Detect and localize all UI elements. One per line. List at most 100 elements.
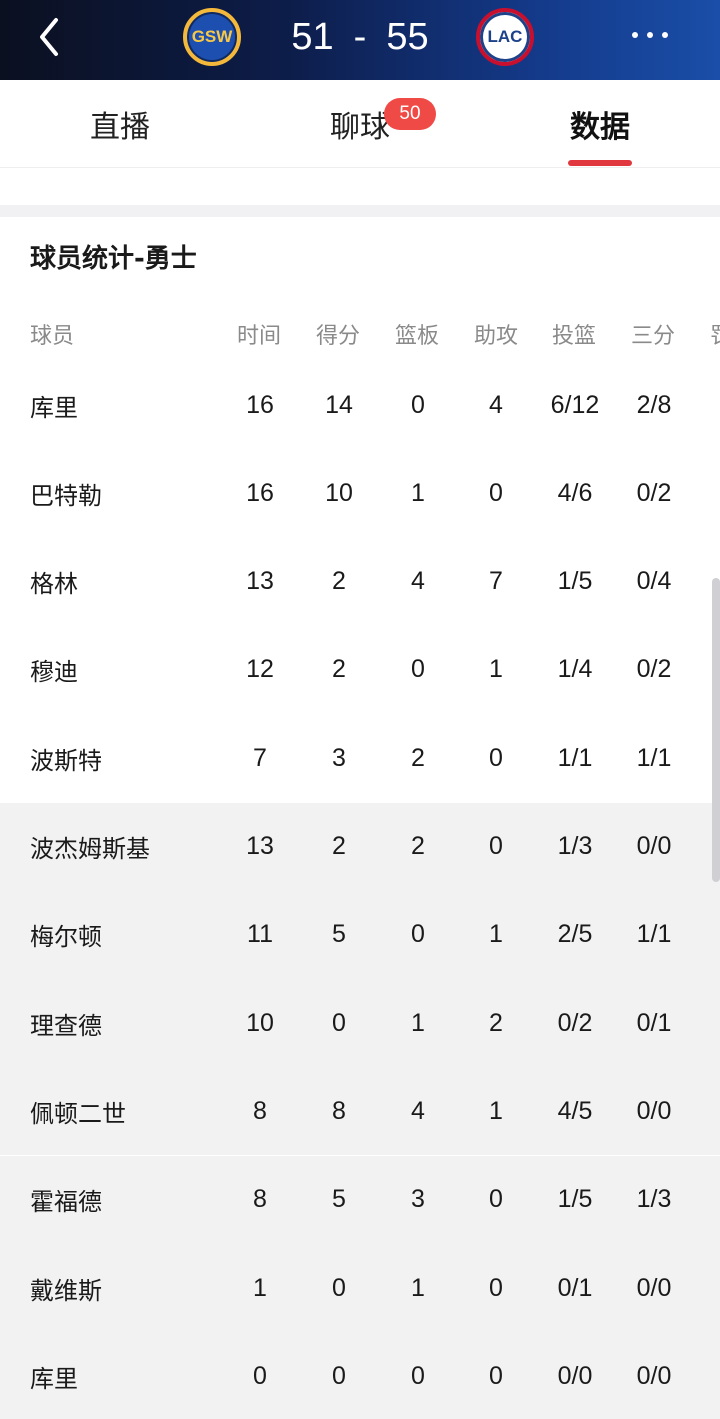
tab-data[interactable]: 数据 bbox=[550, 80, 650, 168]
player-name[interactable]: 库里 bbox=[30, 1332, 78, 1419]
player-row[interactable]: 戴维斯 1 0 1 0 0/1 0/0 0 bbox=[0, 1244, 720, 1332]
home-team-abbr: GSW bbox=[191, 27, 233, 46]
player-row[interactable]: 巴特勒1610104/60/22 bbox=[0, 449, 720, 537]
scrollbar[interactable] bbox=[712, 578, 720, 882]
minutes-cell: 13 bbox=[246, 567, 274, 596]
points-cell: 8 bbox=[332, 1096, 346, 1125]
column-header-free-throws: 罚 bbox=[710, 318, 720, 350]
back-button[interactable] bbox=[28, 14, 74, 60]
field-goals-cell: 1/5 bbox=[557, 567, 593, 596]
more-dot-icon bbox=[662, 32, 668, 38]
home-team-logo[interactable]: GSW bbox=[183, 8, 241, 66]
player-row[interactable]: 穆迪122011/40/20 bbox=[0, 626, 720, 714]
minutes-cell: 7 bbox=[253, 743, 267, 772]
player-row[interactable]: 波杰姆斯基132201/30/00 bbox=[0, 802, 720, 891]
player-row[interactable]: 霍福德 8 5 3 0 1/5 1/3 2 bbox=[0, 1155, 720, 1244]
rebounds-cell: 2 bbox=[411, 832, 425, 860]
player-row[interactable]: 理查德 10 0 1 2 0/2 0/1 0 bbox=[0, 979, 720, 1068]
player-name[interactable]: 理查德 bbox=[30, 979, 102, 1067]
away-team-logo[interactable]: LAC bbox=[476, 8, 534, 66]
minutes-cell: 8 bbox=[253, 1185, 267, 1214]
player-name[interactable]: 格林 bbox=[30, 538, 78, 626]
assists-cell: 0 bbox=[489, 832, 503, 860]
field-goals-cell: 0/0 bbox=[557, 1361, 593, 1390]
tab-live[interactable]: 直播 bbox=[70, 80, 170, 168]
active-tab-indicator bbox=[568, 160, 632, 166]
minutes-cell: 1 bbox=[253, 1273, 267, 1302]
three-pointers-cell: 2/8 bbox=[636, 390, 672, 419]
field-goals-cell: 4/5 bbox=[557, 1096, 593, 1125]
rebounds-cell: 0 bbox=[411, 655, 425, 684]
field-goals-cell: 0/2 bbox=[557, 1008, 593, 1037]
player-name[interactable]: 戴维斯 bbox=[30, 1244, 102, 1332]
more-dot-icon bbox=[647, 32, 653, 38]
player-name[interactable]: 霍福德 bbox=[30, 1156, 102, 1244]
column-header-minutes: 时间 bbox=[237, 324, 282, 349]
field-goals-cell: 4/6 bbox=[557, 478, 593, 507]
column-header-rebounds: 篮板 bbox=[395, 324, 440, 349]
player-row[interactable]: 佩顿二世 8 8 4 1 4/5 0/0 0 bbox=[0, 1067, 720, 1156]
player-row[interactable]: 梅尔顿 11 5 0 1 2/5 1/1 0 bbox=[0, 890, 720, 979]
assists-cell: 0 bbox=[489, 743, 503, 772]
assists-cell: 7 bbox=[489, 567, 503, 596]
points-cell: 5 bbox=[332, 1185, 346, 1214]
minutes-cell: 8 bbox=[253, 1096, 267, 1125]
points-cell: 5 bbox=[332, 920, 346, 949]
points-cell: 0 bbox=[332, 1361, 346, 1390]
points-cell: 3 bbox=[332, 743, 346, 772]
chat-count-badge: 50 bbox=[384, 98, 436, 130]
free-throws-cell: 0 bbox=[698, 1332, 720, 1419]
player-name[interactable]: 库里 bbox=[30, 361, 78, 449]
player-name[interactable]: 波杰姆斯基 bbox=[30, 803, 150, 891]
rebounds-cell: 2 bbox=[411, 743, 425, 772]
player-name[interactable]: 波斯特 bbox=[30, 714, 102, 802]
three-pointers-cell: 0/0 bbox=[636, 832, 672, 860]
free-throws-cell: 2 bbox=[698, 449, 720, 537]
player-name[interactable]: 梅尔顿 bbox=[30, 891, 102, 979]
field-goals-cell: 1/1 bbox=[557, 743, 593, 772]
minutes-cell: 11 bbox=[247, 920, 273, 949]
points-cell: 10 bbox=[325, 478, 353, 507]
field-goals-cell: 2/5 bbox=[557, 920, 593, 949]
points-cell: 0 bbox=[332, 1273, 346, 1302]
player-row[interactable]: 格林132471/50/40 bbox=[0, 538, 720, 626]
column-header-assists: 助攻 bbox=[474, 324, 519, 349]
game-header: GSW 51 - 55 LAC bbox=[0, 0, 720, 80]
three-pointers-cell: 0/0 bbox=[636, 1361, 672, 1390]
player-name[interactable]: 佩顿二世 bbox=[30, 1067, 126, 1155]
more-options-button[interactable] bbox=[632, 32, 668, 38]
rebounds-cell: 0 bbox=[411, 1361, 425, 1390]
section-title: 球员统计-勇士 bbox=[30, 244, 197, 274]
points-cell: 2 bbox=[332, 655, 346, 684]
tab-bar: 直播 聊球 50 数据 bbox=[0, 80, 720, 168]
minutes-cell: 12 bbox=[246, 655, 274, 684]
home-score: 51 bbox=[291, 15, 334, 58]
player-row[interactable]: 库里 16 14 0 4 6/12 2/8 0 bbox=[0, 361, 720, 449]
field-goals-cell: 1/4 bbox=[557, 655, 593, 684]
away-team-abbr: LAC bbox=[487, 27, 523, 46]
chevron-left-icon bbox=[40, 18, 58, 56]
minutes-cell: 10 bbox=[246, 1008, 274, 1037]
three-pointers-cell: 0/1 bbox=[636, 1008, 672, 1037]
column-header-points: 得分 bbox=[316, 324, 361, 349]
player-name[interactable]: 巴特勒 bbox=[30, 449, 102, 537]
points-cell: 14 bbox=[325, 390, 353, 419]
player-name[interactable]: 穆迪 bbox=[30, 626, 78, 714]
minutes-cell: 16 bbox=[246, 390, 274, 419]
player-row[interactable]: 库里 0 0 0 0 0/0 0/0 0 bbox=[0, 1332, 720, 1419]
assists-cell: 2 bbox=[489, 1008, 503, 1037]
player-row[interactable]: 波斯特73201/11/10 bbox=[0, 714, 720, 802]
assists-cell: 1 bbox=[489, 1096, 503, 1125]
assists-cell: 1 bbox=[489, 920, 503, 949]
field-goals-cell: 6/12 bbox=[550, 390, 600, 419]
rebounds-cell: 4 bbox=[411, 1096, 425, 1125]
score-separator: - bbox=[353, 15, 367, 58]
three-pointers-cell: 0/2 bbox=[636, 655, 672, 684]
away-score: 55 bbox=[386, 15, 429, 58]
rebounds-cell: 1 bbox=[411, 478, 425, 507]
points-cell: 2 bbox=[332, 832, 346, 860]
rebounds-cell: 3 bbox=[411, 1185, 425, 1214]
points-cell: 0 bbox=[332, 1008, 346, 1037]
column-header-field-goals: 投篮 bbox=[552, 324, 597, 349]
field-goals-cell: 1/5 bbox=[557, 1185, 593, 1214]
